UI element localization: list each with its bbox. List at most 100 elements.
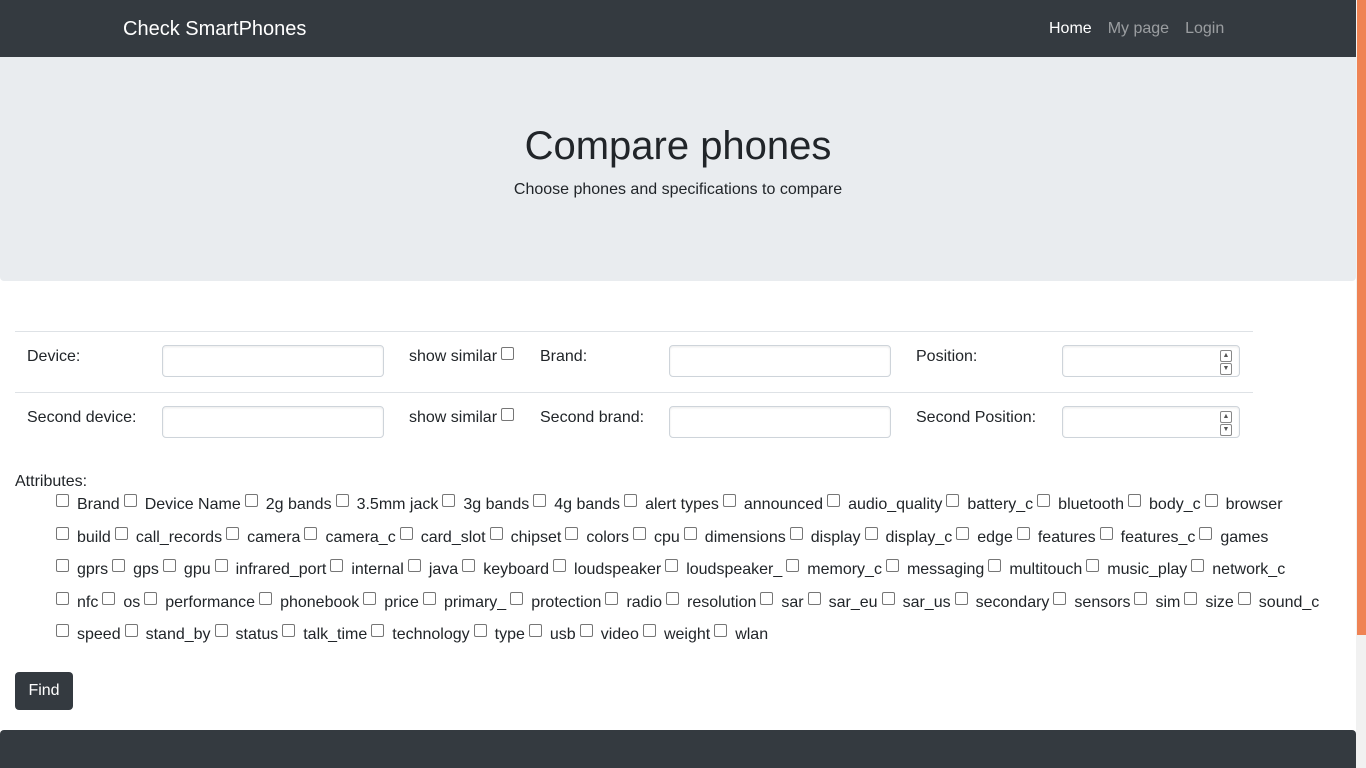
attribute-checkbox[interactable] (633, 527, 646, 540)
show-similar-checkbox[interactable] (501, 347, 514, 360)
second-brand-input[interactable] (669, 406, 891, 438)
attribute-option[interactable]: status (214, 624, 278, 645)
find-button[interactable]: Find (15, 672, 73, 710)
attribute-checkbox[interactable] (335, 494, 349, 507)
attribute-checkbox[interactable] (666, 592, 680, 605)
attribute-checkbox[interactable] (827, 494, 841, 507)
attribute-option[interactable]: colors (565, 527, 629, 548)
attribute-option[interactable]: display (789, 527, 861, 548)
attribute-checkbox[interactable] (56, 527, 69, 540)
attribute-checkbox[interactable] (407, 559, 421, 572)
device-input[interactable] (162, 345, 384, 377)
attribute-option[interactable]: memory_c (786, 559, 882, 580)
attribute-option[interactable]: sensors (1053, 592, 1130, 613)
second-show-similar-checkbox[interactable] (501, 408, 514, 421)
attribute-checkbox[interactable] (304, 527, 318, 540)
attribute-checkbox[interactable] (1086, 559, 1100, 572)
attribute-option[interactable]: internal (330, 559, 404, 580)
attribute-checkbox[interactable] (1237, 592, 1251, 605)
attribute-option[interactable]: build (56, 527, 111, 548)
attribute-option[interactable]: camera_c (304, 527, 396, 548)
attribute-checkbox[interactable] (112, 559, 126, 572)
attribute-checkbox[interactable] (259, 592, 273, 605)
attribute-option[interactable]: sar_eu (807, 592, 878, 613)
attribute-option[interactable]: audio_quality (827, 494, 942, 515)
attribute-checkbox[interactable] (881, 592, 895, 605)
attribute-checkbox[interactable] (722, 494, 736, 507)
attribute-checkbox[interactable] (123, 494, 137, 507)
attribute-checkbox[interactable] (553, 559, 567, 572)
attribute-checkbox[interactable] (1134, 592, 1148, 605)
second-position-number-input[interactable]: ▲ ▼ (1062, 406, 1240, 438)
attribute-checkbox[interactable] (422, 592, 436, 605)
attribute-option[interactable]: battery_c (946, 494, 1033, 515)
attribute-option[interactable]: 3g bands (442, 494, 529, 515)
spin-down-icon[interactable]: ▼ (1220, 363, 1232, 375)
attribute-checkbox[interactable] (214, 559, 228, 572)
nav-link-login[interactable]: Login (1185, 19, 1224, 39)
attribute-checkbox[interactable] (988, 559, 1002, 572)
attribute-option[interactable]: call_records (114, 527, 222, 548)
attribute-checkbox[interactable] (946, 494, 960, 507)
attribute-option[interactable]: speed (56, 624, 121, 645)
attribute-checkbox[interactable] (528, 624, 542, 637)
attribute-option[interactable]: weight (642, 624, 710, 645)
attribute-checkbox[interactable] (56, 592, 69, 605)
attribute-option[interactable]: primary_ (422, 592, 506, 613)
attribute-option[interactable]: games (1199, 527, 1268, 548)
attribute-checkbox[interactable] (605, 592, 619, 605)
attribute-checkbox[interactable] (533, 494, 547, 507)
attribute-option[interactable]: price (363, 592, 419, 613)
attribute-checkbox[interactable] (162, 559, 176, 572)
brand-input[interactable] (669, 345, 891, 377)
attribute-checkbox[interactable] (1053, 592, 1067, 605)
attribute-option[interactable]: sound_c (1237, 592, 1319, 613)
attribute-option[interactable]: sar_us (881, 592, 951, 613)
scrollbar-thumb[interactable] (1357, 0, 1366, 635)
attribute-checkbox[interactable] (462, 559, 476, 572)
attribute-checkbox[interactable] (282, 624, 296, 637)
attribute-option[interactable]: 2g bands (244, 494, 332, 515)
attribute-option[interactable]: 3.5mm jack (335, 494, 438, 515)
attribute-checkbox[interactable] (124, 624, 138, 637)
attribute-checkbox[interactable] (144, 592, 158, 605)
attribute-option[interactable]: keyboard (462, 559, 549, 580)
attribute-option[interactable]: network_c (1191, 559, 1285, 580)
attribute-checkbox[interactable] (489, 527, 503, 540)
attribute-checkbox[interactable] (510, 592, 524, 605)
attribute-checkbox[interactable] (1128, 494, 1142, 507)
attribute-checkbox[interactable] (885, 559, 899, 572)
attribute-option[interactable]: sim (1134, 592, 1180, 613)
attribute-checkbox[interactable] (371, 624, 385, 637)
attribute-checkbox[interactable] (56, 494, 69, 507)
position-number-input[interactable]: ▲ ▼ (1062, 345, 1240, 377)
spin-up-icon[interactable]: ▲ (1220, 411, 1232, 423)
attribute-checkbox[interactable] (56, 559, 69, 572)
attribute-option[interactable]: talk_time (282, 624, 367, 645)
attribute-checkbox[interactable] (473, 624, 487, 637)
attribute-option[interactable]: multitouch (988, 559, 1082, 580)
attribute-option[interactable]: usb (528, 624, 576, 645)
attribute-option[interactable]: performance (144, 592, 255, 613)
nav-link-my-page[interactable]: My page (1108, 19, 1169, 39)
attribute-checkbox[interactable] (1037, 494, 1051, 507)
attribute-option[interactable]: cpu (633, 527, 680, 548)
second-device-input[interactable] (162, 406, 384, 438)
attribute-checkbox[interactable] (330, 559, 344, 572)
attribute-option[interactable]: loudspeaker (553, 559, 661, 580)
attribute-checkbox[interactable] (789, 527, 803, 540)
attribute-checkbox[interactable] (683, 527, 697, 540)
second-position-spinner[interactable]: ▲ ▼ (1220, 411, 1232, 436)
spin-up-icon[interactable]: ▲ (1220, 350, 1232, 362)
attribute-option[interactable]: secondary (954, 592, 1049, 613)
attribute-checkbox[interactable] (1199, 527, 1213, 540)
attribute-option[interactable]: features (1016, 527, 1096, 548)
attribute-option[interactable]: messaging (885, 559, 984, 580)
attribute-checkbox[interactable] (807, 592, 821, 605)
attribute-option[interactable]: os (102, 592, 140, 613)
attribute-option[interactable]: radio (605, 592, 662, 613)
attribute-checkbox[interactable] (363, 592, 377, 605)
attribute-checkbox[interactable] (956, 527, 970, 540)
attribute-option[interactable]: display_c (864, 527, 952, 548)
attribute-option[interactable]: infrared_port (214, 559, 326, 580)
